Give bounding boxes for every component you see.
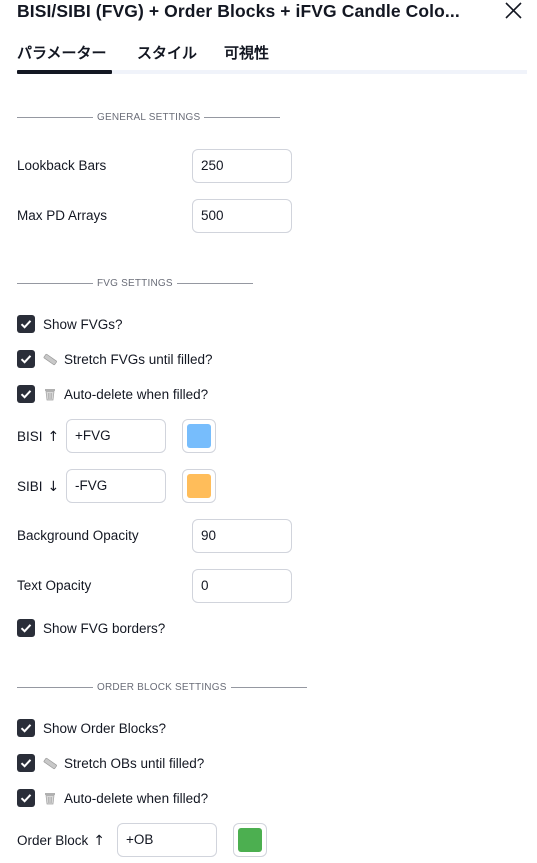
max-pd-arrays-label: Max PD Arrays	[17, 208, 108, 223]
order-block-color-swatch	[238, 828, 262, 852]
sibi-label-text: SIBI	[17, 479, 43, 494]
divider	[17, 686, 93, 688]
stretch-obs-label: Stretch OBs until filled?	[64, 755, 205, 771]
auto-delete-fvgs-label: Auto-delete when filled?	[64, 386, 209, 402]
checkmark-icon	[20, 355, 32, 364]
auto-delete-fvgs-label-wrap: Auto-delete when filled?	[43, 387, 208, 402]
tab-style[interactable]: スタイル	[137, 44, 197, 64]
stretch-obs-checkbox-row[interactable]: Stretch OBs until filled?	[17, 753, 204, 773]
bisi-label: BISI ↑	[17, 428, 59, 446]
sibi-text-input[interactable]: -FVG	[66, 469, 166, 503]
show-fvgs-checkbox-row[interactable]: Show FVGs?	[17, 314, 123, 334]
show-fvgs-label: Show FVGs?	[43, 316, 123, 332]
show-fvg-borders-checkbox[interactable]	[17, 619, 35, 637]
ruler-icon	[43, 353, 57, 366]
close-icon	[505, 2, 522, 19]
background-opacity-input[interactable]: 90	[192, 519, 292, 553]
up-arrow-icon: ↑	[47, 429, 60, 445]
auto-delete-obs-checkbox-row[interactable]: Auto-delete when filled?	[17, 788, 208, 808]
section-fvg-settings: FVG SETTINGS	[17, 276, 253, 290]
order-block-color-picker[interactable]	[233, 823, 267, 857]
divider	[204, 116, 281, 118]
wastebasket-icon	[45, 793, 55, 805]
section-order-block-settings: ORDER BLOCK SETTINGS	[17, 680, 307, 694]
tab-bar: パラメーター スタイル 可視性	[17, 42, 527, 76]
order-block-label: Order Block ↑	[17, 832, 105, 850]
stretch-fvgs-checkbox-row[interactable]: Stretch FVGs until filled?	[17, 349, 213, 369]
show-order-blocks-checkbox[interactable]	[17, 719, 35, 737]
bisi-color-picker[interactable]	[182, 419, 216, 453]
stretch-fvgs-label: Stretch FVGs until filled?	[64, 351, 213, 367]
background-opacity-label: Background Opacity	[17, 528, 139, 543]
lookback-bars-input[interactable]: 250	[192, 149, 292, 183]
divider	[176, 282, 253, 284]
up-arrow-icon: ↑	[93, 833, 106, 849]
checkmark-icon	[20, 724, 32, 733]
section-title: FVG SETTINGS	[97, 277, 173, 289]
stretch-fvgs-label-wrap: Stretch FVGs until filled?	[43, 352, 213, 367]
active-tab-indicator	[17, 70, 112, 74]
auto-delete-fvgs-checkbox-row[interactable]: Auto-delete when filled?	[17, 384, 208, 404]
bisi-text-input[interactable]: +FVG	[66, 419, 166, 453]
ruler-icon	[43, 757, 57, 770]
divider	[230, 686, 307, 688]
stretch-obs-checkbox[interactable]	[17, 754, 35, 772]
wastebasket-icon	[45, 389, 55, 401]
checkmark-icon	[20, 390, 32, 399]
lookback-bars-label: Lookback Bars	[17, 158, 107, 173]
checkmark-icon	[20, 759, 32, 768]
stretch-fvgs-checkbox[interactable]	[17, 350, 35, 368]
checkmark-icon	[20, 624, 32, 633]
close-button[interactable]	[502, 0, 524, 22]
order-block-label-text: Order Block	[17, 833, 89, 848]
show-order-blocks-label: Show Order Blocks?	[43, 720, 167, 736]
divider	[17, 282, 93, 284]
bisi-label-text: BISI	[17, 429, 43, 444]
tab-parameters[interactable]: パラメーター	[17, 44, 107, 64]
sibi-label: SIBI ↓	[17, 478, 59, 496]
auto-delete-obs-label-wrap: Auto-delete when filled?	[43, 791, 208, 806]
bisi-color-swatch	[187, 424, 211, 448]
max-pd-arrays-input[interactable]: 500	[192, 199, 292, 233]
checkmark-icon	[20, 794, 32, 803]
show-fvgs-checkbox[interactable]	[17, 315, 35, 333]
checkmark-icon	[20, 320, 32, 329]
tab-visibility[interactable]: 可視性	[224, 44, 269, 64]
show-fvg-borders-label: Show FVG borders?	[43, 620, 166, 636]
section-general-settings: GENERAL SETTINGS	[17, 110, 281, 124]
dialog-title: BISI/SIBI (FVG) + Order Blocks + iFVG Ca…	[17, 1, 460, 21]
auto-delete-fvgs-checkbox[interactable]	[17, 385, 35, 403]
show-fvg-borders-checkbox-row[interactable]: Show FVG borders?	[17, 618, 165, 638]
auto-delete-obs-label: Auto-delete when filled?	[64, 790, 209, 806]
divider	[17, 116, 93, 118]
down-arrow-icon: ↓	[47, 479, 60, 495]
text-opacity-label: Text Opacity	[17, 578, 92, 593]
section-title: GENERAL SETTINGS	[97, 111, 201, 123]
text-opacity-input[interactable]: 0	[192, 569, 292, 603]
sibi-color-picker[interactable]	[182, 469, 216, 503]
auto-delete-obs-checkbox[interactable]	[17, 789, 35, 807]
stretch-obs-label-wrap: Stretch OBs until filled?	[43, 756, 204, 771]
section-title: ORDER BLOCK SETTINGS	[97, 681, 227, 693]
order-block-text-input[interactable]: +OB	[117, 823, 217, 857]
show-order-blocks-checkbox-row[interactable]: Show Order Blocks?	[17, 718, 166, 738]
sibi-color-swatch	[187, 474, 211, 498]
